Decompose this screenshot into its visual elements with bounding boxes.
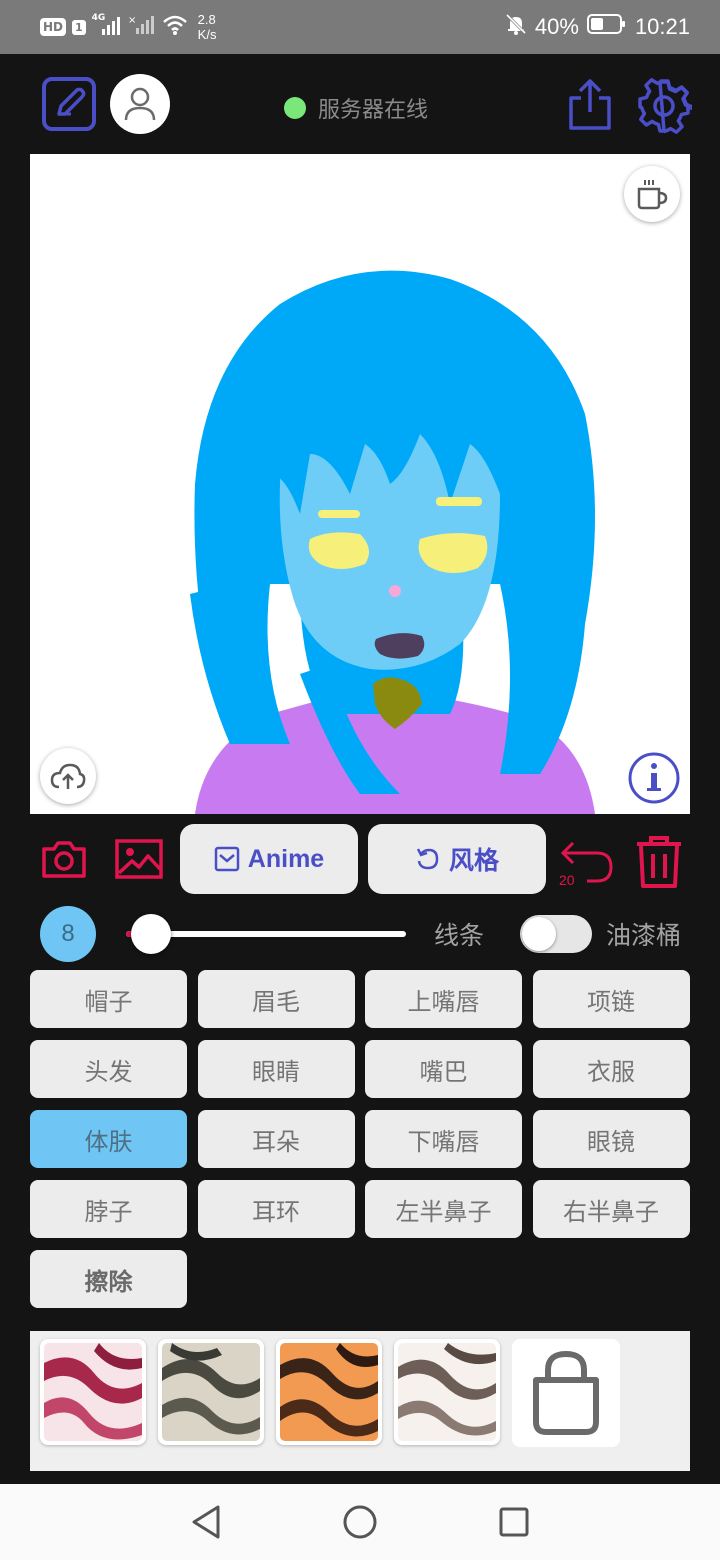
battery-icon: [586, 13, 627, 41]
top-toolbar: 服务器在线: [0, 54, 720, 154]
online-indicator: [284, 97, 306, 119]
speed-unit: K/s: [197, 27, 217, 42]
server-status: 服务器在线: [284, 92, 428, 124]
texture-light-swatch: [398, 1343, 496, 1441]
paint-bucket-toggle[interactable]: [520, 915, 592, 953]
info-icon: [628, 752, 680, 804]
texture-red[interactable]: [40, 1339, 146, 1445]
delete-button[interactable]: [632, 832, 686, 892]
app-screen: 服务器在线 Anime 风格 20 8 线条 油漆桶 帽子 眉毛 上嘴唇 项链 …: [0, 54, 720, 1484]
sim-badge: 1: [72, 19, 86, 35]
texture-red-swatch: [44, 1343, 142, 1441]
system-nav-bar: [0, 1484, 720, 1560]
camera-button[interactable]: [40, 836, 88, 882]
toggle-knob: [522, 917, 556, 951]
part-button-7[interactable]: 衣服: [532, 1040, 690, 1098]
image-icon: [115, 839, 163, 879]
back-triangle-icon: [192, 1505, 220, 1539]
avatar-button[interactable]: [110, 74, 170, 134]
refresh-icon: [416, 848, 439, 870]
nav-back-button[interactable]: [182, 1502, 230, 1542]
brush-size-thumb[interactable]: [131, 914, 172, 954]
signal-icon: 4G: [92, 13, 122, 37]
gallery-button[interactable]: [114, 836, 164, 882]
part-button-1[interactable]: 眉毛: [197, 970, 355, 1028]
battery-percent: 40%: [534, 14, 579, 39]
camera-icon: [42, 841, 86, 878]
nav-recents-button[interactable]: [490, 1502, 538, 1542]
undo-button[interactable]: 20: [556, 832, 616, 892]
mute-bell-icon: [505, 13, 527, 41]
brush-size-badge: 8: [40, 906, 96, 962]
hd-badge: HD: [40, 18, 67, 36]
part-button-14[interactable]: 左半鼻子: [365, 1180, 522, 1238]
drawing-canvas[interactable]: [30, 154, 690, 814]
anime-button[interactable]: Anime: [180, 824, 358, 894]
clock: 10:21: [634, 14, 690, 39]
texture-store-button[interactable]: [512, 1339, 620, 1447]
part-button-9[interactable]: 耳朵: [197, 1110, 355, 1168]
texture-gray-swatch: [162, 1343, 260, 1441]
anime-mail-icon: [214, 846, 240, 872]
shopping-bag-icon: [533, 1350, 599, 1435]
info-button[interactable]: [626, 750, 682, 806]
anime-label: Anime: [247, 844, 325, 873]
part-button-16[interactable]: 擦除: [30, 1250, 187, 1308]
style-label: 风格: [448, 847, 499, 875]
part-button-8[interactable]: 体肤: [30, 1110, 187, 1168]
part-button-5[interactable]: 眼睛: [197, 1040, 355, 1098]
style-button[interactable]: 风格: [368, 824, 546, 894]
sketch-drawing: [190, 270, 595, 814]
part-button-11[interactable]: 眼镜: [532, 1110, 690, 1168]
action-row: Anime 风格 20: [0, 824, 720, 896]
line-mode-label: 线条: [434, 921, 485, 950]
part-button-12[interactable]: 脖子: [30, 1180, 187, 1238]
part-button-6[interactable]: 嘴巴: [365, 1040, 522, 1098]
cloud-upload-icon: [50, 763, 86, 789]
brush-row: 8 线条 油漆桶: [0, 904, 720, 964]
network-type: 4G: [91, 13, 106, 23]
gear-icon: [636, 78, 692, 134]
settings-button[interactable]: [634, 78, 694, 134]
share-button[interactable]: [564, 78, 616, 132]
texture-strip: [30, 1331, 690, 1471]
part-button-0[interactable]: 帽子: [30, 970, 187, 1028]
part-button-13[interactable]: 耳环: [197, 1180, 355, 1238]
upload-button[interactable]: [40, 748, 96, 804]
part-button-2[interactable]: 上嘴唇: [365, 970, 522, 1028]
part-button-15[interactable]: 右半鼻子: [532, 1180, 690, 1238]
edit-pen-icon: [42, 77, 96, 131]
texture-light[interactable]: [394, 1339, 500, 1445]
status-bar: HD 1 4G × 2.8 K/s 40% 10:21: [0, 0, 720, 54]
part-button-4[interactable]: 头发: [30, 1040, 187, 1098]
speed-value: 2.8: [197, 12, 216, 27]
texture-orange-swatch: [280, 1343, 378, 1441]
texture-orange[interactable]: [276, 1339, 382, 1445]
nav-home-button[interactable]: [336, 1502, 384, 1542]
part-button-3[interactable]: 项链: [532, 970, 690, 1028]
part-button-10[interactable]: 下嘴唇: [365, 1110, 522, 1168]
share-icon: [569, 79, 611, 130]
coffee-cup-icon: [637, 180, 668, 210]
wifi-icon: [162, 14, 188, 40]
user-icon: [124, 87, 156, 121]
coffee-button[interactable]: [624, 166, 680, 222]
svg-text:×: ×: [128, 15, 136, 26]
recents-square-icon: [499, 1507, 529, 1537]
server-status-label: 服务器在线: [318, 98, 429, 123]
undo-count: 20: [559, 872, 575, 888]
paint-bucket-label: 油漆桶: [606, 921, 682, 950]
network-speed: 2.8 K/s: [198, 12, 217, 42]
texture-gray[interactable]: [158, 1339, 264, 1445]
edit-button[interactable]: [40, 76, 100, 132]
signal-icon-no-service: ×: [128, 14, 156, 40]
trash-icon: [637, 836, 681, 888]
home-circle-icon: [343, 1505, 377, 1539]
